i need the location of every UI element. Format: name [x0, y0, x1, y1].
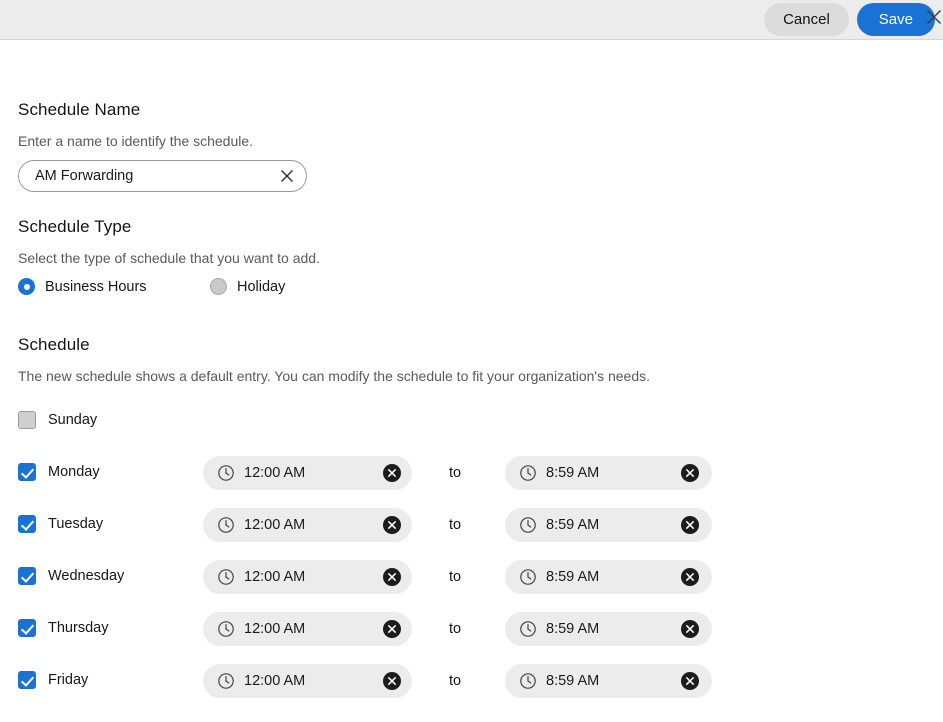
table-row: Thursday 12:00 AM to 8:59 AM — [0, 612, 943, 646]
schedule-type-radio-group: Business Hours Holiday — [18, 278, 518, 298]
schedule-name-description: Enter a name to identify the schedule. — [18, 133, 254, 149]
schedule-name-input[interactable] — [35, 161, 265, 191]
table-row: Friday 12:00 AM to 8:59 AM — [0, 664, 943, 698]
to-label-monday: to — [449, 465, 462, 481]
clear-start-time-icon-friday[interactable] — [383, 672, 401, 690]
checkbox-checked-icon — [18, 515, 36, 533]
start-time-field-friday[interactable]: 12:00 AM — [203, 664, 412, 698]
close-icon[interactable] — [921, 4, 943, 30]
end-time-field-thursday[interactable]: 8:59 AM — [505, 612, 712, 646]
radio-option-holiday[interactable]: Holiday — [210, 278, 285, 295]
clear-start-time-icon-monday[interactable] — [383, 464, 401, 482]
table-row: Sunday — [0, 404, 943, 438]
end-time-value-tuesday: 8:59 AM — [546, 517, 600, 533]
end-time-field-monday[interactable]: 8:59 AM — [505, 456, 712, 490]
clock-icon — [519, 568, 537, 586]
clock-icon — [519, 464, 537, 482]
table-row: Wednesday 12:00 AM to 8:59 AM — [0, 560, 943, 594]
schedule-description: The new schedule shows a default entry. … — [18, 368, 651, 384]
start-time-value-tuesday: 12:00 AM — [244, 517, 306, 533]
checkbox-unchecked-icon — [18, 411, 36, 429]
checkbox-checked-icon — [18, 671, 36, 689]
cancel-button[interactable]: Cancel — [764, 3, 849, 36]
start-time-field-wednesday[interactable]: 12:00 AM — [203, 560, 412, 594]
radio-selected-icon — [18, 278, 35, 295]
clear-end-time-icon-wednesday[interactable] — [681, 568, 699, 586]
day-label-sunday: Sunday — [48, 412, 98, 428]
end-time-value-monday: 8:59 AM — [546, 465, 600, 481]
day-label-wednesday: Wednesday — [48, 568, 125, 584]
clock-icon — [519, 620, 537, 638]
clear-start-time-icon-wednesday[interactable] — [383, 568, 401, 586]
clock-icon — [217, 672, 235, 690]
start-time-value-thursday: 12:00 AM — [244, 621, 306, 637]
table-row: Tuesday 12:00 AM to 8:59 AM — [0, 508, 943, 542]
schedule-name-clear-icon[interactable] — [278, 167, 296, 185]
clock-icon — [217, 620, 235, 638]
radio-option-business-hours[interactable]: Business Hours — [18, 278, 147, 295]
clear-start-time-icon-tuesday[interactable] — [383, 516, 401, 534]
day-checkbox-sunday[interactable]: Sunday — [18, 411, 97, 429]
clock-icon — [217, 464, 235, 482]
clear-end-time-icon-tuesday[interactable] — [681, 516, 699, 534]
start-time-value-friday: 12:00 AM — [244, 673, 306, 689]
radio-label-holiday: Holiday — [237, 278, 286, 295]
to-label-thursday: to — [449, 621, 462, 637]
day-checkbox-wednesday[interactable]: Wednesday — [18, 567, 124, 585]
schedule-type-description: Select the type of schedule that you wan… — [18, 250, 320, 266]
day-label-tuesday: Tuesday — [48, 516, 104, 532]
clear-start-time-icon-thursday[interactable] — [383, 620, 401, 638]
day-checkbox-tuesday[interactable]: Tuesday — [18, 515, 103, 533]
clock-icon — [217, 516, 235, 534]
clear-end-time-icon-thursday[interactable] — [681, 620, 699, 638]
day-label-friday: Friday — [48, 672, 89, 688]
clear-end-time-icon-friday[interactable] — [681, 672, 699, 690]
form-content: Schedule Name Enter a name to identify t… — [0, 41, 943, 722]
end-time-field-tuesday[interactable]: 8:59 AM — [505, 508, 712, 542]
radio-unselected-icon — [210, 278, 227, 295]
clock-icon — [519, 516, 537, 534]
start-time-field-tuesday[interactable]: 12:00 AM — [203, 508, 412, 542]
day-checkbox-friday[interactable]: Friday — [18, 671, 88, 689]
schedule-name-field[interactable] — [18, 160, 307, 192]
start-time-field-monday[interactable]: 12:00 AM — [203, 456, 412, 490]
day-label-monday: Monday — [48, 464, 100, 480]
day-checkbox-thursday[interactable]: Thursday — [18, 619, 108, 637]
end-time-field-friday[interactable]: 8:59 AM — [505, 664, 712, 698]
schedule-name-title: Schedule Name — [18, 100, 141, 119]
checkbox-checked-icon — [18, 463, 36, 481]
schedule-type-title: Schedule Type — [18, 217, 132, 236]
start-time-value-monday: 12:00 AM — [244, 465, 306, 481]
toolbar-actions: Cancel Save — [764, 3, 943, 36]
checkbox-checked-icon — [18, 619, 36, 637]
checkbox-checked-icon — [18, 567, 36, 585]
end-time-value-wednesday: 8:59 AM — [546, 569, 600, 585]
to-label-wednesday: to — [449, 569, 462, 585]
clock-icon — [519, 672, 537, 690]
schedule-title: Schedule — [18, 335, 90, 354]
table-row: Monday 12:00 AM to 8:59 AM — [0, 456, 943, 490]
top-toolbar: Cancel Save — [0, 0, 943, 40]
day-checkbox-monday[interactable]: Monday — [18, 463, 100, 481]
radio-label-business-hours: Business Hours — [45, 278, 147, 295]
to-label-friday: to — [449, 673, 462, 689]
clear-end-time-icon-monday[interactable] — [681, 464, 699, 482]
start-time-field-thursday[interactable]: 12:00 AM — [203, 612, 412, 646]
end-time-value-thursday: 8:59 AM — [546, 621, 600, 637]
start-time-value-wednesday: 12:00 AM — [244, 569, 306, 585]
to-label-tuesday: to — [449, 517, 462, 533]
clock-icon — [217, 568, 235, 586]
day-label-thursday: Thursday — [48, 620, 109, 636]
end-time-value-friday: 8:59 AM — [546, 673, 600, 689]
end-time-field-wednesday[interactable]: 8:59 AM — [505, 560, 712, 594]
schedule-editor-page: Cancel Save Schedule Name Enter a name t… — [0, 0, 943, 722]
